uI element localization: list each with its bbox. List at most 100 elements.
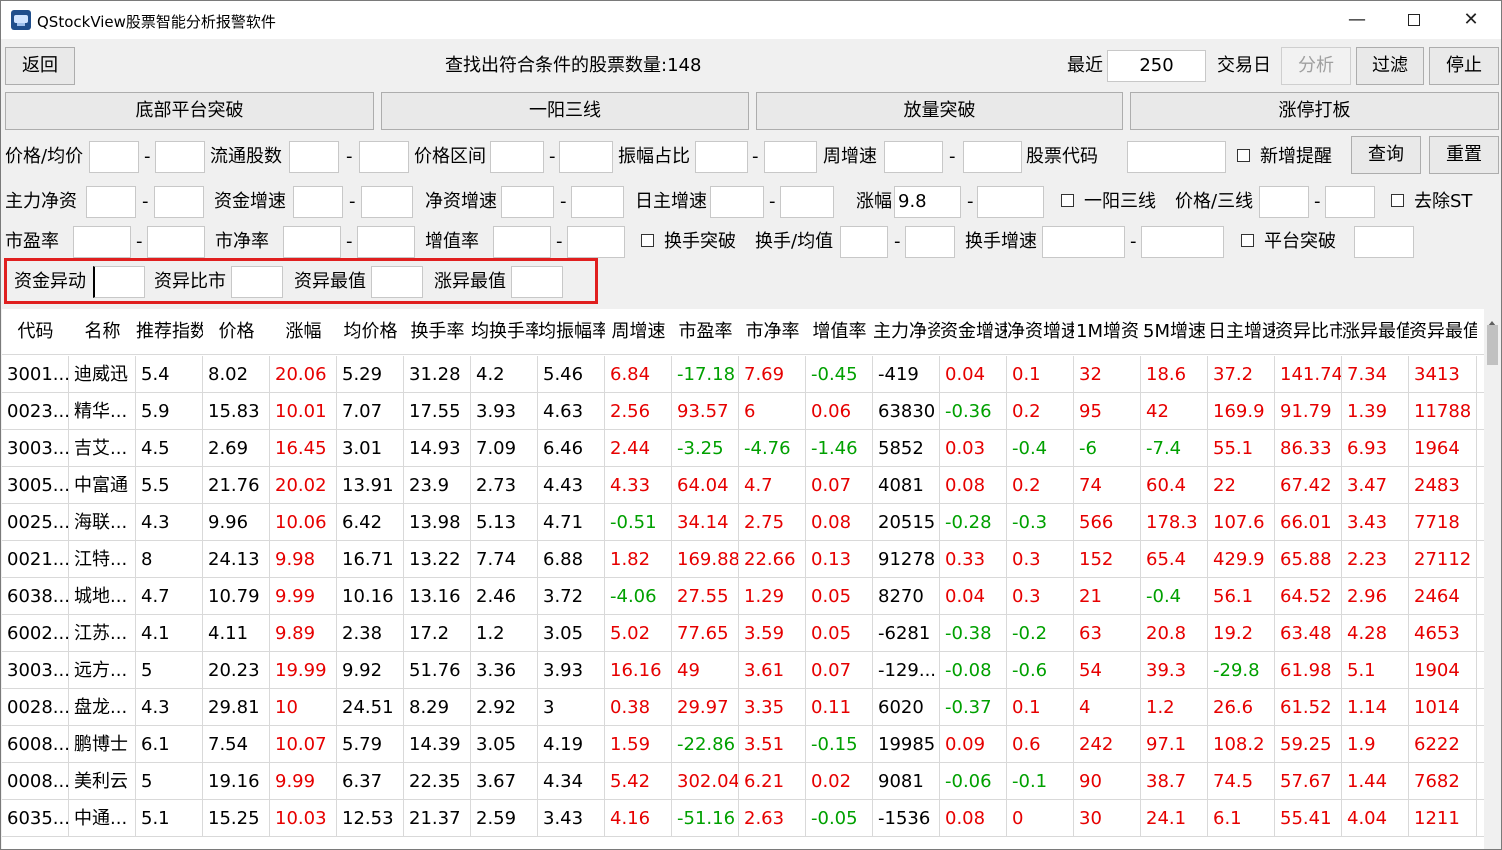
- table-row[interactable]: 3005... 中富通 5.5 21.76 20.02 13.91 23.9 2.73 4.43…: [2, 467, 1484, 504]
- price-avg-min-input[interactable]: [89, 141, 139, 173]
- table-cell: 5.02: [605, 615, 672, 652]
- table-row[interactable]: 3001... 迪威迅 5.4 8.02 20.06 5.29 31.28 4.2 5.46 6.…: [2, 356, 1484, 393]
- price-three-max-input[interactable]: [1325, 186, 1375, 218]
- new-alert-checkbox[interactable]: 新增提醒: [1237, 142, 1332, 172]
- table-cell: 6.84: [605, 356, 672, 393]
- amplitude-ratio-max-input[interactable]: [764, 141, 817, 173]
- turnover-speed-max-input[interactable]: [1141, 226, 1224, 258]
- growth-min-input[interactable]: [493, 226, 551, 258]
- price-avg-max-input[interactable]: [155, 141, 205, 173]
- back-button[interactable]: 返回: [5, 47, 75, 85]
- table-cell: -51.16: [672, 800, 739, 837]
- column-header[interactable]: 市盈率: [672, 309, 739, 355]
- minimize-button[interactable]: —: [1328, 1, 1386, 39]
- remove-st-checkbox[interactable]: 去除ST: [1391, 187, 1472, 217]
- column-header[interactable]: 净资增速: [1007, 309, 1074, 355]
- strategy-bottom-platform-button[interactable]: 底部平台突破: [5, 92, 374, 130]
- amplitude-ratio-min-input[interactable]: [695, 141, 748, 173]
- strategy-one-yang-button[interactable]: 一阳三线: [381, 92, 749, 130]
- fund-max-input[interactable]: [371, 266, 423, 298]
- column-header[interactable]: 推荐指数: [136, 309, 203, 355]
- table-row[interactable]: 6002... 江苏... 4.1 4.11 9.89 2.38 17.2 1.2 3.05 5.…: [2, 615, 1484, 652]
- vertical-scrollbar[interactable]: [1484, 309, 1501, 849]
- table-cell: 3.01: [337, 430, 404, 467]
- pe-max-input[interactable]: [147, 226, 205, 258]
- column-header[interactable]: 1M增资: [1074, 309, 1141, 355]
- day-main-speed-min-input[interactable]: [710, 186, 764, 218]
- main-net-min-input[interactable]: [86, 186, 136, 218]
- change-max-input[interactable]: [511, 266, 563, 298]
- table-row[interactable]: 0025... 海联... 4.3 9.96 10.06 6.42 13.98 5.13 4.7…: [2, 504, 1484, 541]
- change-min-input[interactable]: 9.8: [894, 186, 961, 218]
- scroll-thumb[interactable]: [1487, 325, 1498, 365]
- column-header[interactable]: 主力净资: [873, 309, 940, 355]
- main-window: QStockView股票智能分析报警软件 — ✕ 返回 查找出符合条件的股票数量…: [0, 0, 1502, 850]
- price-three-min-input[interactable]: [1259, 186, 1309, 218]
- fund-ratio-input[interactable]: [231, 266, 283, 298]
- fund-speed-max-input[interactable]: [361, 186, 413, 218]
- net-speed-min-input[interactable]: [501, 186, 554, 218]
- column-header[interactable]: 市净率: [739, 309, 806, 355]
- close-button[interactable]: ✕: [1442, 1, 1500, 39]
- reset-button[interactable]: 重置: [1429, 136, 1499, 174]
- column-header[interactable]: 换手率: [404, 309, 471, 355]
- column-header[interactable]: 均换手率: [471, 309, 538, 355]
- stop-button[interactable]: 停止: [1429, 47, 1499, 85]
- change-max-input[interactable]: [977, 186, 1044, 218]
- column-header[interactable]: 价格: [203, 309, 270, 355]
- column-header[interactable]: 日主增速: [1208, 309, 1275, 355]
- pb-min-input[interactable]: [283, 226, 341, 258]
- pe-min-input[interactable]: [73, 226, 131, 258]
- column-header[interactable]: 增值率: [806, 309, 873, 355]
- platform-break-checkbox[interactable]: 平台突破: [1241, 227, 1336, 257]
- column-header[interactable]: 均振幅率: [538, 309, 605, 355]
- column-header[interactable]: 资金增速: [940, 309, 1007, 355]
- table-row[interactable]: 6008... 鹏博士 6.1 7.54 10.07 5.79 14.39 3.05 4.19 1…: [2, 726, 1484, 763]
- table-row[interactable]: 3003... 远方... 5 20.23 19.99 9.92 51.76 3.36 3.93…: [2, 652, 1484, 689]
- column-header[interactable]: 名称: [69, 309, 136, 355]
- column-header[interactable]: 涨幅: [270, 309, 337, 355]
- price-range-max-input[interactable]: [559, 141, 613, 173]
- float-shares-max-input[interactable]: [359, 141, 409, 173]
- column-header[interactable]: 周增速: [605, 309, 672, 355]
- stock-code-input[interactable]: [1127, 141, 1226, 173]
- column-header[interactable]: 代码: [2, 309, 69, 355]
- analyze-button[interactable]: 分析: [1281, 47, 1351, 85]
- turnover-avg-min-input[interactable]: [840, 226, 888, 258]
- table-cell: 17.55: [404, 393, 471, 430]
- column-header[interactable]: 均价格: [337, 309, 404, 355]
- table-row[interactable]: 6035... 中通... 5.1 15.25 10.03 12.53 21.37 2.59 3…: [2, 800, 1484, 837]
- table-row[interactable]: 0023... 精华... 5.9 15.83 10.01 7.07 17.55 3.93 4.…: [2, 393, 1484, 430]
- week-speed-min-input[interactable]: [884, 141, 943, 173]
- filter-button[interactable]: 过滤: [1356, 47, 1424, 85]
- main-net-max-input[interactable]: [154, 186, 204, 218]
- float-shares-min-input[interactable]: [289, 141, 339, 173]
- strategy-volume-break-button[interactable]: 放量突破: [756, 92, 1123, 130]
- table-row[interactable]: 3003... 吉艾... 4.5 2.69 16.45 3.01 14.93 7.09 6.4…: [2, 430, 1484, 467]
- column-header[interactable]: 涨异最值: [1342, 309, 1409, 355]
- one-yang-checkbox[interactable]: 一阳三线: [1061, 187, 1156, 217]
- turnover-speed-min-input[interactable]: [1042, 226, 1125, 258]
- table-row[interactable]: 0021... 江特... 8 24.13 9.98 16.71 13.22 7.74 6.88…: [2, 541, 1484, 578]
- platform-break-input[interactable]: [1354, 226, 1414, 258]
- table-row[interactable]: 0028... 盘龙... 4.3 29.81 10 24.51 8.29 2.92 3 0.38…: [2, 689, 1484, 726]
- table-row[interactable]: 6038... 城地... 4.7 10.79 9.99 10.16 13.16 2.46 3.…: [2, 578, 1484, 615]
- column-header[interactable]: 5M增速: [1141, 309, 1208, 355]
- net-speed-max-input[interactable]: [571, 186, 624, 218]
- table-row[interactable]: 0008... 美利云 5 19.16 9.99 6.37 22.35 3.67 4.34 5.4…: [2, 763, 1484, 800]
- maximize-button[interactable]: [1385, 1, 1443, 39]
- strategy-limit-up-button[interactable]: 涨停打板: [1130, 92, 1499, 130]
- query-button[interactable]: 查询: [1351, 136, 1421, 174]
- fund-anomaly-input[interactable]: [93, 266, 145, 298]
- column-header[interactable]: 资异比市: [1275, 309, 1342, 355]
- turnover-break-checkbox[interactable]: 换手突破: [641, 227, 736, 257]
- price-range-min-input[interactable]: [490, 141, 544, 173]
- week-speed-max-input[interactable]: [963, 141, 1022, 173]
- fund-speed-min-input[interactable]: [293, 186, 343, 218]
- day-main-speed-max-input[interactable]: [780, 186, 834, 218]
- pb-max-input[interactable]: [357, 226, 415, 258]
- recent-days-input[interactable]: 250: [1107, 50, 1206, 82]
- growth-max-input[interactable]: [567, 226, 625, 258]
- turnover-avg-max-input[interactable]: [905, 226, 955, 258]
- column-header[interactable]: 资异最值: [1409, 309, 1477, 355]
